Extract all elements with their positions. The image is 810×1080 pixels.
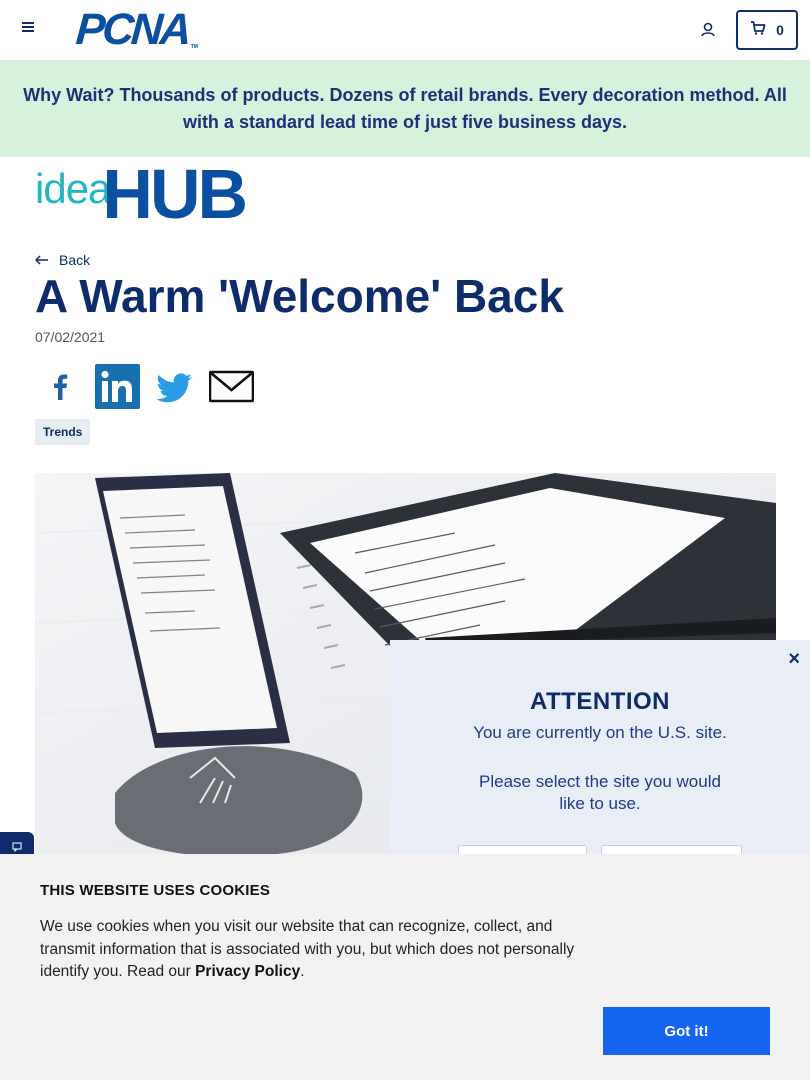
ideahub-logo-hub: HUB <box>102 155 248 233</box>
close-icon[interactable]: × <box>788 648 800 671</box>
linkedin-icon[interactable] <box>95 364 140 409</box>
cookie-banner: THIS WEBSITE USES COOKIES We use cookies… <box>0 854 810 1080</box>
cart-button[interactable]: 0 <box>736 10 798 50</box>
article-title: A Warm 'Welcome' Back <box>35 270 564 322</box>
cart-count: 0 <box>776 22 784 38</box>
cookie-description: We use cookies when you visit our websit… <box>40 918 575 980</box>
pcna-logo[interactable]: PCNA TM <box>74 5 198 54</box>
attention-title: ATTENTION <box>529 688 671 715</box>
cart-icon <box>750 20 766 41</box>
tag-trends[interactable]: Trends <box>35 419 91 445</box>
menu-icon[interactable] <box>18 20 38 40</box>
cookie-period: . <box>300 963 305 980</box>
facebook-icon[interactable] <box>38 364 83 409</box>
site-header: PCNA TM 0 <box>0 0 810 61</box>
attention-select-text-2: like to use. <box>559 794 641 813</box>
page: PCNA TM 0 Why Wait? Thousands of product… <box>0 0 810 1080</box>
attention-select-text-1: Please select the site you would <box>479 772 721 791</box>
share-bar <box>38 364 254 409</box>
email-icon[interactable] <box>209 364 254 409</box>
attention-modal: × ATTENTION You are currently on the U.S… <box>390 640 810 885</box>
back-link[interactable]: Back <box>34 252 91 268</box>
promo-banner: Why Wait? Thousands of products. Dozens … <box>0 61 810 157</box>
logo-trademark: TM <box>190 44 198 50</box>
privacy-policy-link[interactable]: Privacy Policy <box>195 963 300 980</box>
back-link-label: Back <box>59 252 91 268</box>
cookie-text: We use cookies when you visit our websit… <box>40 916 610 984</box>
promo-banner-text: Why Wait? Thousands of products. Dozens … <box>23 85 787 132</box>
back-arrow-icon <box>34 252 49 268</box>
got-it-button[interactable]: Got it! <box>603 1007 770 1055</box>
attention-site-text: You are currently on the U.S. site. <box>473 723 727 742</box>
twitter-icon[interactable] <box>152 364 197 409</box>
ideahub-logo-idea: idea <box>35 165 111 212</box>
ideahub-logo[interactable]: idea HUB <box>35 155 248 233</box>
logo-text: PCNA <box>74 5 191 54</box>
cookie-title: THIS WEBSITE USES COOKIES <box>40 882 271 899</box>
feedback-icon <box>12 842 22 852</box>
article-date: 07/02/2021 <box>35 329 106 345</box>
user-icon[interactable] <box>698 20 718 40</box>
